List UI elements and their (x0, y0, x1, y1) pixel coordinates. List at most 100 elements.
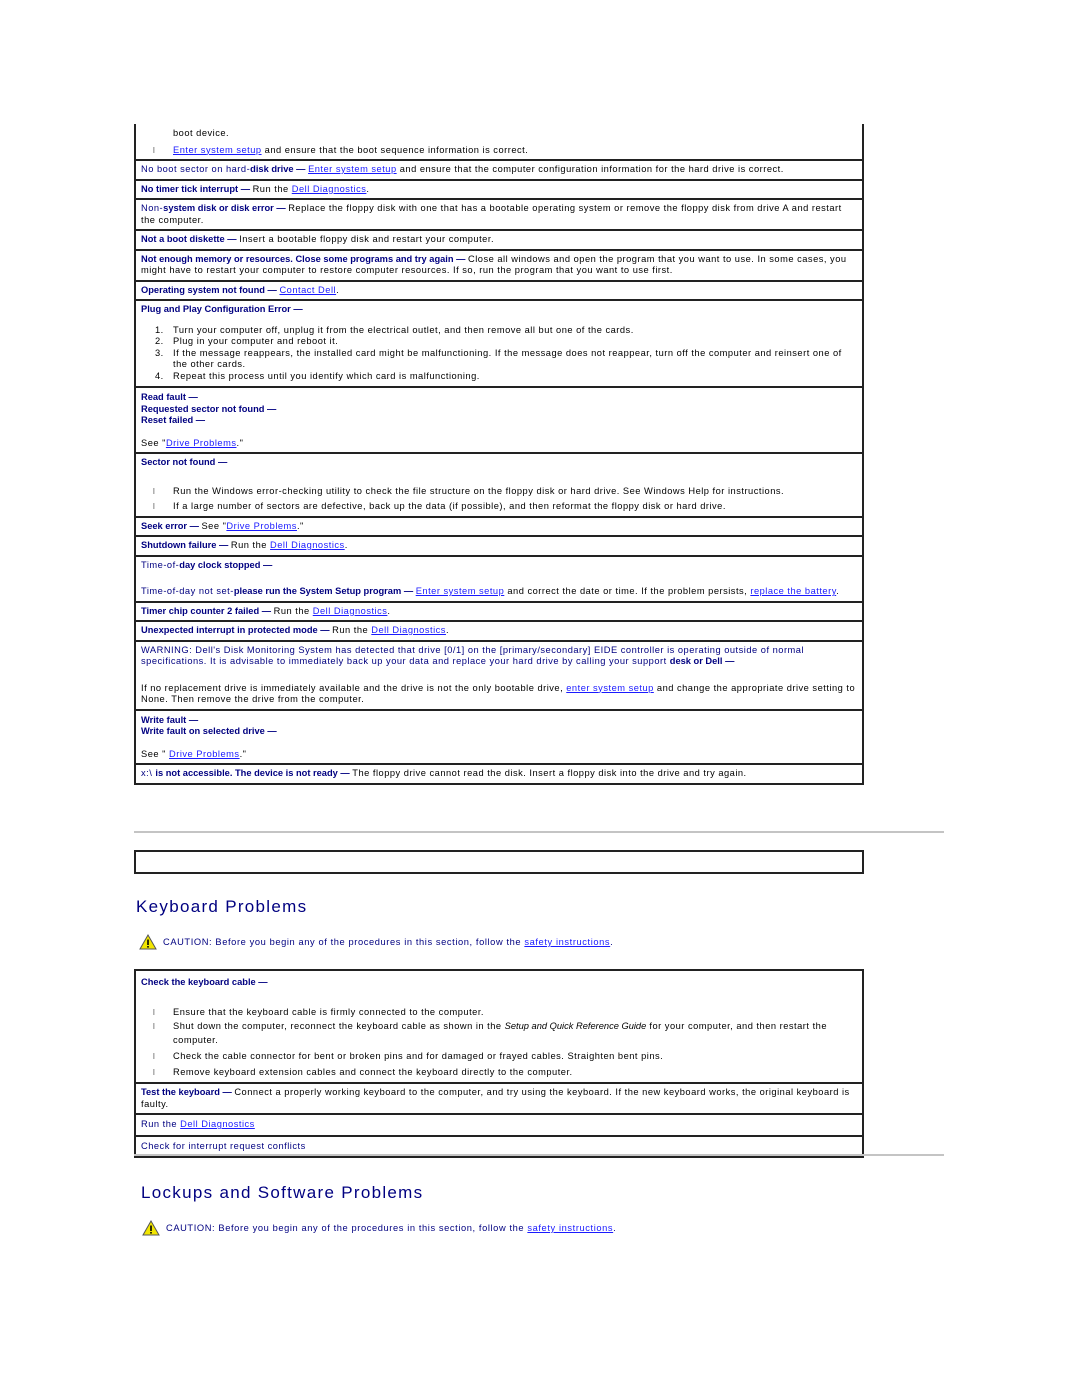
dash: — (238, 183, 253, 194)
table-row-plug-and-play: Plug and Play Configuration Error — 1. Tu… (136, 299, 862, 386)
safety-instructions-link[interactable]: safety instructions (527, 1223, 613, 1233)
list-item: l Enter system setup and ensure that the… (141, 145, 858, 157)
bullet-icon: l (153, 145, 156, 155)
steps-list: 1. Turn your computer off, unplug it from… (141, 325, 858, 383)
bullet-text: If a large number of sectors are defecti… (173, 501, 726, 511)
enter-system-setup-link[interactable]: Enter system setup (173, 145, 262, 155)
caution-text: Before you begin any of the procedures i… (215, 1223, 528, 1233)
error-title: system disk or disk error (163, 203, 274, 213)
enter-system-setup-link[interactable]: Enter system setup (308, 164, 397, 174)
drive-problems-link[interactable]: Drive Problems (169, 749, 240, 759)
table-row-test-keyboard: Test the keyboard — Connect a properly w… (136, 1082, 862, 1113)
error-title: disk drive (250, 164, 294, 174)
dash: — (264, 284, 280, 295)
bullet-icon: l (153, 1007, 156, 1017)
table-row-unexpected-interrupt: Unexpected interrupt in protected mode —… (136, 620, 862, 640)
table-row-seek-error: Seek error — See "Drive Problems." (136, 515, 862, 536)
table-row-interrupt-conflicts: Check for interrupt request conflicts (136, 1134, 862, 1157)
row-text: Run the (230, 540, 271, 550)
row-text: Run the (252, 183, 292, 194)
table-row-timer-chip: Timer chip counter 2 failed — Run the De… (136, 600, 862, 621)
safety-instructions-link[interactable]: safety instructions (524, 937, 610, 947)
error-prefix: Non- (141, 203, 164, 213)
error-title: Read fault — (141, 392, 198, 402)
row-text: . (336, 284, 340, 295)
warning-triangle-icon (139, 934, 157, 950)
row-text: and ensure that the boot sequence inform… (261, 144, 529, 155)
dash: — (453, 253, 469, 264)
error-title: Seek error (141, 520, 187, 531)
table-row-not-boot-diskette: Not a boot diskette — Insert a bootable … (136, 229, 862, 249)
error-title: please run the System Setup program (233, 586, 402, 596)
bullet-icon: l (153, 486, 156, 496)
table-row-write-fault: Write fault — Write fault on selected dr… (136, 708, 862, 764)
step-number: 1. (155, 324, 164, 335)
error-title: Test the keyboard (141, 1087, 220, 1097)
error-title: Write fault — (141, 714, 199, 725)
replace-battery-link[interactable]: replace the battery (750, 586, 836, 596)
step-text: If the message reappears, the installed … (173, 347, 842, 370)
keyboard-table: Check the keyboard cable — l Ensure that … (134, 969, 864, 1158)
table-row-os-not-found: Operating system not found — Contact Del… (136, 279, 862, 300)
caution-text: . (613, 1223, 617, 1233)
table-row-read-fault: Read fault — Requested sector not found … (136, 386, 862, 452)
row-text: See " (201, 520, 227, 531)
error-title: Not enough memory or resources. Close so… (141, 253, 454, 264)
enter-system-setup-link[interactable]: enter system setup (566, 683, 654, 693)
dell-diagnostics-link[interactable]: Dell Diagnostics (270, 540, 345, 550)
dell-diagnostics-link[interactable]: Dell Diagnostics (313, 606, 388, 616)
row-text: Run the (273, 605, 313, 616)
bullet-list: l Run the Windows error-checking utility … (141, 486, 858, 513)
dash: — (722, 656, 735, 666)
error-prefix: Time-of-day not set- (141, 586, 234, 596)
error-title: Sector not found (141, 457, 216, 467)
step-text: Plug in your computer and reboot it. (173, 336, 339, 346)
dash: — (260, 559, 273, 570)
error-title: Unexpected interrupt in protected mode (141, 625, 318, 635)
drive-problems-link[interactable]: Drive Problems (226, 521, 297, 531)
table-row-not-accessible: x:\ is not accessible. The device is not… (136, 763, 862, 783)
error-prefix: x:\ (141, 768, 156, 778)
dell-diagnostics-link[interactable]: Dell Diagnostics (180, 1119, 255, 1129)
bullet-text: Check the cable connector for bent or br… (173, 1051, 664, 1061)
bullet-icon: l (153, 502, 156, 511)
list-item: l Remove keyboard extension cables and co… (141, 1067, 858, 1079)
dell-diagnostics-link[interactable]: Dell Diagnostics (371, 625, 446, 635)
contact-dell-link[interactable]: Contact Dell (279, 285, 336, 295)
lockups-caution-notice: CAUTION: Before you begin any of the pro… (142, 1220, 616, 1236)
row-text: and correct the date or time. If the pro… (504, 586, 751, 596)
table-row-no-boot-sector: No boot sector on hard-disk drive — Ente… (136, 159, 862, 179)
table-row-run-diagnostics: Run the Dell Diagnostics (136, 1113, 862, 1135)
table-row-no-timer-tick: No timer tick interrupt — Run the Dell D… (136, 178, 862, 199)
bullet-icon: l (153, 1052, 156, 1061)
row-text: Check for interrupt request conflicts (141, 1140, 306, 1151)
caution-label: CAUTION: (166, 1223, 216, 1233)
caution-text: Before you begin any of the procedures i… (212, 937, 525, 947)
row-text: Run the (141, 1119, 181, 1129)
row-text: . (387, 605, 391, 616)
dash: — (255, 977, 268, 987)
error-title: Reset failed — (141, 415, 206, 425)
dell-diagnostics-link[interactable]: Dell Diagnostics (292, 184, 367, 194)
bullet-text: Remove keyboard extension cables and con… (173, 1066, 573, 1077)
error-title: is not accessible. The device is not rea… (155, 768, 338, 778)
row-text: If no replacement drive is immediately a… (141, 682, 567, 693)
dash: — (290, 304, 303, 314)
list-item: l Check the cable connector for bent or b… (141, 1051, 858, 1063)
dash: — (219, 1087, 235, 1097)
drive-problems-link[interactable]: Drive Problems (166, 438, 237, 448)
row-text: Run the (332, 625, 372, 635)
row-text: ." (239, 748, 247, 759)
table-row-not-enough-memory: Not enough memory or resources. Close so… (136, 248, 862, 280)
bullet-text: Shut down the computer, reconnect the ke… (173, 1021, 505, 1031)
error-title: Plug and Play Configuration Error (141, 304, 291, 314)
bullet-icon: l (153, 1067, 156, 1077)
enter-system-setup-link[interactable]: Enter system setup (416, 586, 505, 596)
error-title: Timer chip counter 2 failed (141, 605, 260, 616)
list-item: l Shut down the computer, reconnect the k… (141, 1020, 858, 1047)
caution-label: CAUTION: (163, 937, 213, 947)
list-item: l If a large number of sectors are defect… (141, 501, 858, 513)
row-text: See " (141, 748, 170, 759)
bullet-text: Run the Windows error-checking utility t… (173, 485, 785, 496)
empty-table-box (134, 850, 864, 874)
